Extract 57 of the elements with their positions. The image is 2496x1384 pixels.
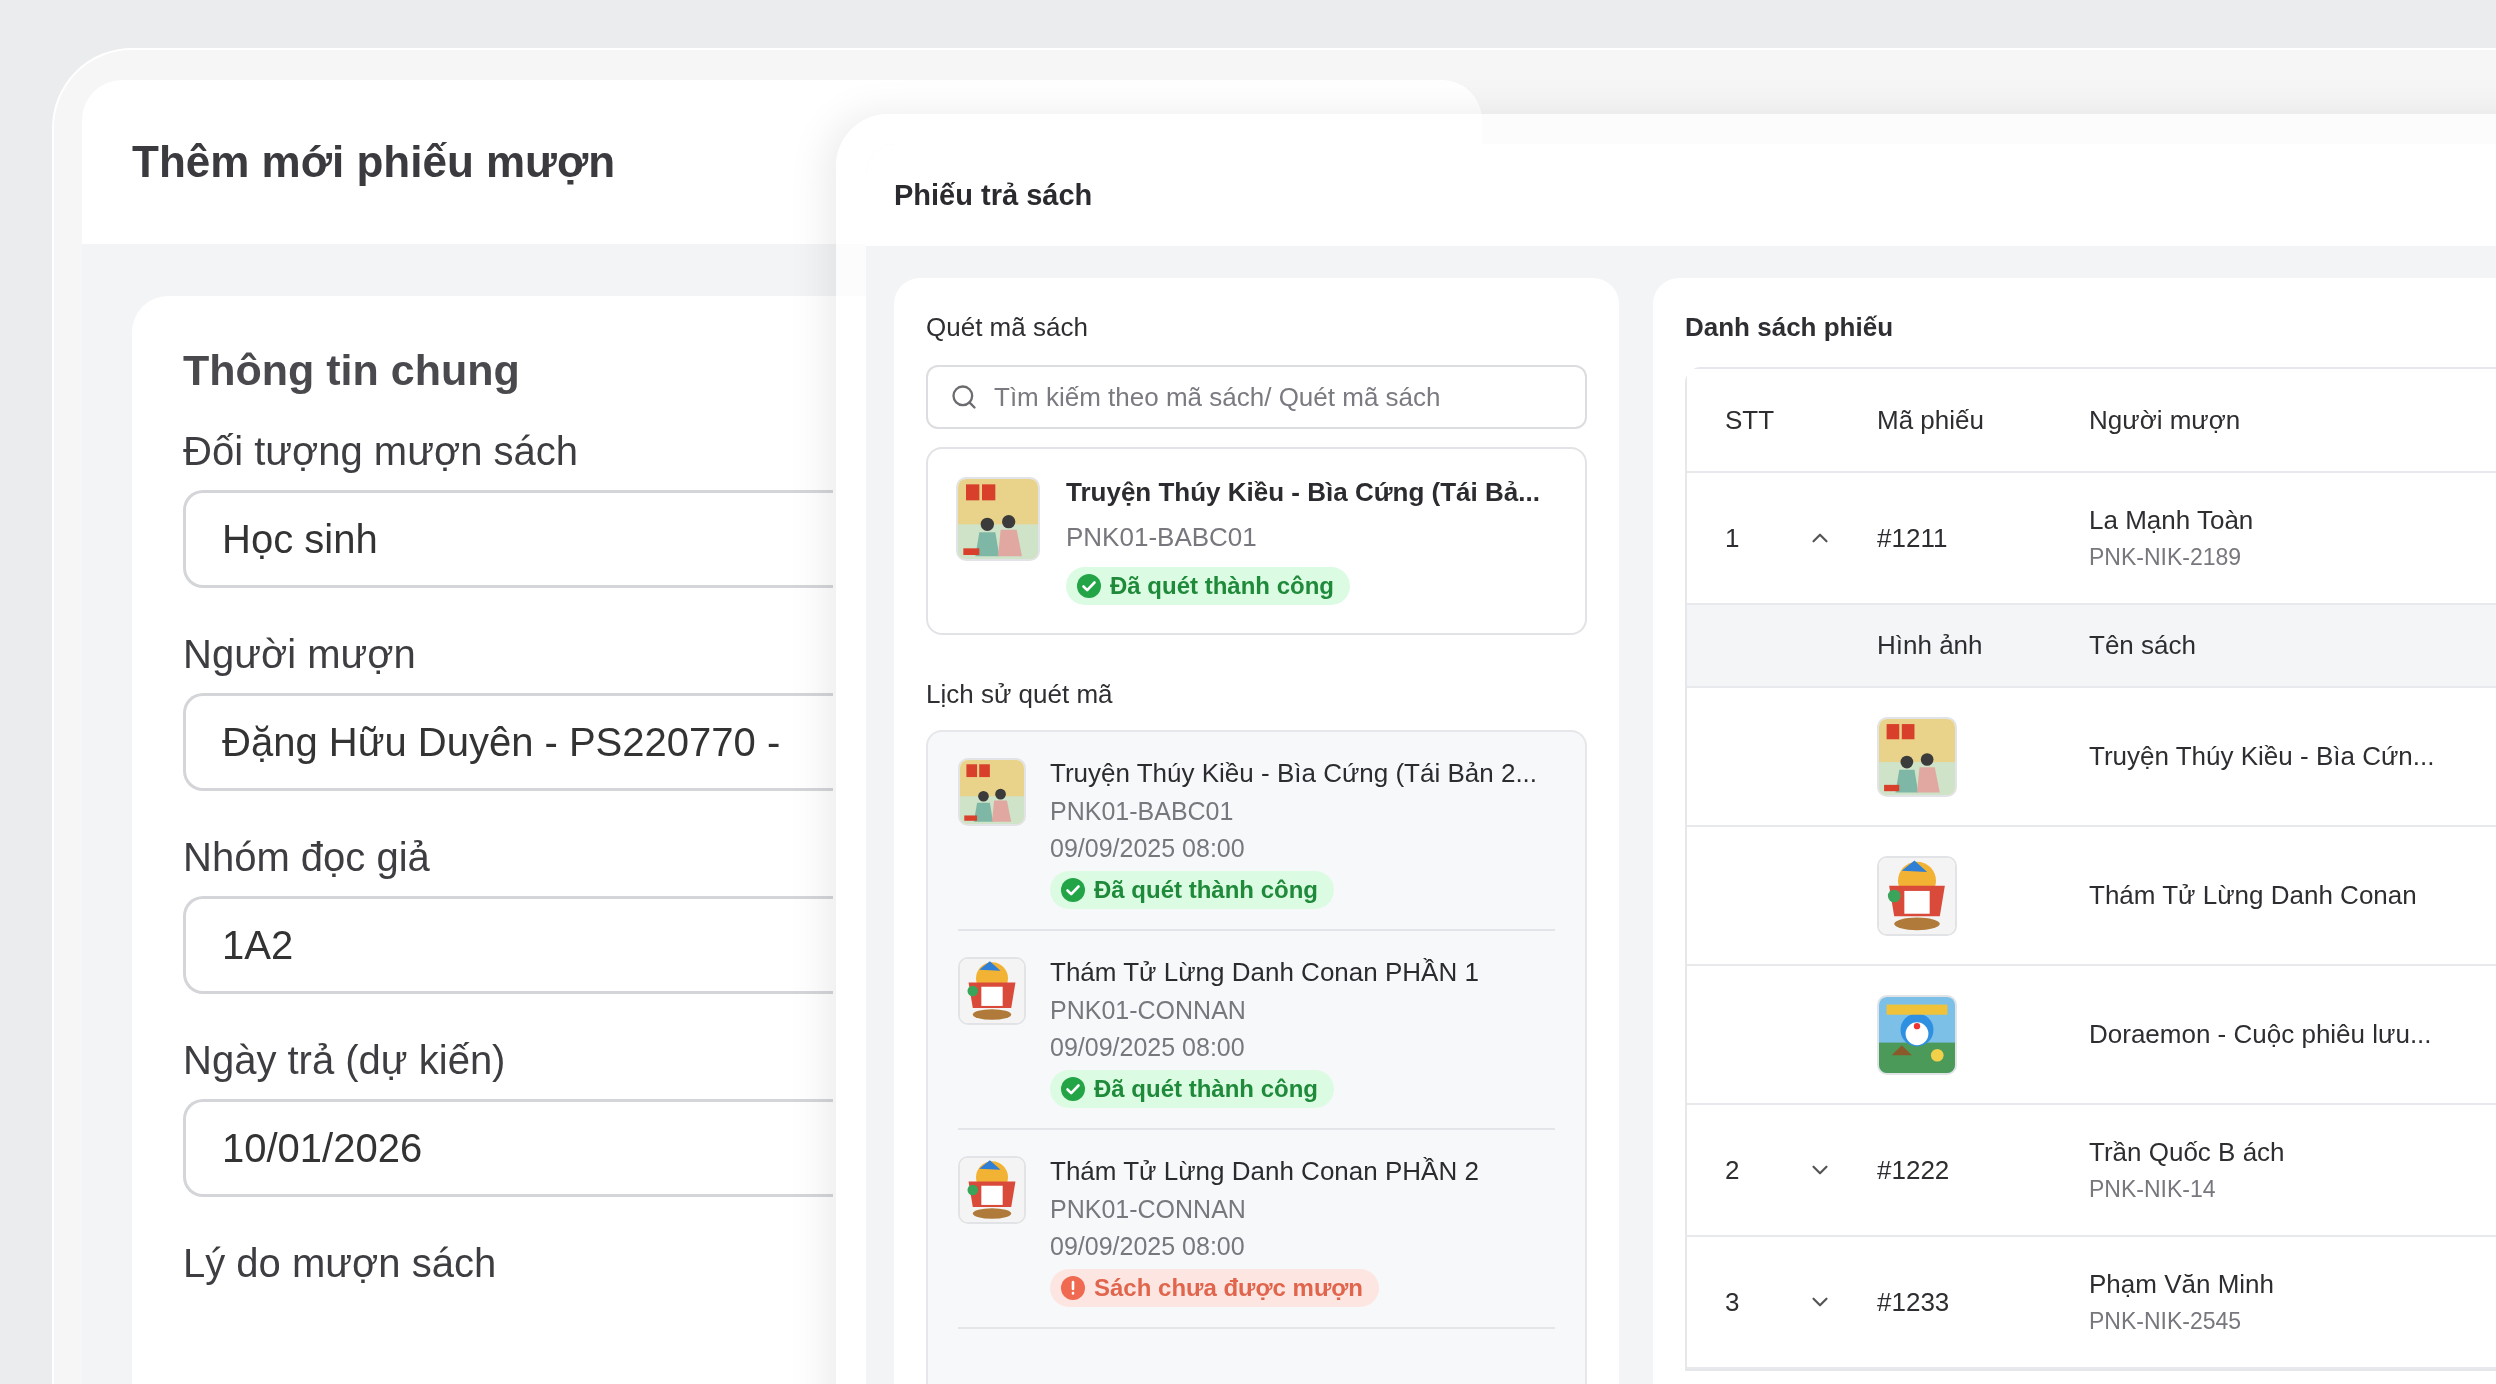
check-circle-icon bbox=[1060, 877, 1086, 903]
field-label: Ngày trả (dự kiến) bbox=[183, 1038, 506, 1083]
column-header: STT bbox=[1725, 404, 1776, 436]
book-title: Thám Tử Lừng Danh Conan PHẦN 2 bbox=[1050, 1156, 1479, 1187]
search-input[interactable]: Tìm kiếm theo mã sách/ Quét mã sách bbox=[992, 380, 1563, 414]
borrower-name: Phạm Văn Minh bbox=[2089, 1269, 2275, 1300]
window-title: Thêm mới phiếu mượn bbox=[132, 137, 616, 187]
borrower-code: PNK-NIK-2545 bbox=[2089, 1308, 2243, 1335]
scan-time: 09/09/2025 08:00 bbox=[1050, 1033, 1245, 1062]
input-field[interactable]: 1A2 bbox=[183, 896, 833, 994]
book-title: Doraemon - Cuộc phiêu lưu... bbox=[2089, 1019, 2433, 1050]
book-title: Truyện Thúy Kiều - Bìa Cứn... bbox=[2089, 741, 2436, 772]
field-label: Người mượn bbox=[183, 632, 416, 677]
table-cell-text: 3 bbox=[1725, 1286, 1741, 1318]
status-badge: Đã quét thành công bbox=[1050, 1070, 1334, 1108]
field-label: Đối tượng mượn sách bbox=[183, 429, 579, 474]
column-header: Người mượn bbox=[2089, 404, 2242, 436]
error-circle-icon bbox=[1060, 1275, 1086, 1301]
book-code: PNK01-CONNAN bbox=[1050, 1195, 1246, 1224]
borrower-code: PNK-NIK-2189 bbox=[2089, 544, 2243, 571]
section-title: Thông tin chung bbox=[183, 346, 521, 395]
table-cell-text: #1211 bbox=[1877, 522, 1949, 554]
scan-time: 09/09/2025 08:00 bbox=[1050, 1232, 1245, 1261]
column-header: Hình ảnh bbox=[1877, 630, 1984, 661]
book-title: Truyện Thúy Kiều - Bìa Cứng (Tái Bản 2... bbox=[1050, 758, 1538, 789]
status-badge: Đã quét thành công bbox=[1066, 567, 1350, 605]
table-cell-text: #1222 bbox=[1877, 1154, 1951, 1186]
borrower-name: La Mạnh Toàn bbox=[2089, 505, 2255, 536]
field-label: Nhóm đọc giả bbox=[183, 835, 430, 880]
column-header: Tên sách bbox=[2089, 630, 2197, 661]
search-field[interactable]: Tìm kiếm theo mã sách/ Quét mã sách bbox=[926, 365, 1587, 429]
input-field[interactable]: 10/01/2026 bbox=[183, 1099, 833, 1197]
column-header: Mã phiếu bbox=[1877, 404, 1985, 436]
book-code: PNK01-BABC01 bbox=[1066, 522, 1257, 553]
panel-title: Quét mã sách bbox=[926, 312, 1089, 343]
field-label: Lý do mượn sách bbox=[183, 1241, 497, 1286]
book-title: Truyện Thúy Kiều - Bìa Cứng (Tái Bả... bbox=[1066, 477, 1540, 508]
status-badge: Sách chưa được mượn bbox=[1050, 1269, 1379, 1307]
table-cell-text: #1233 bbox=[1877, 1286, 1951, 1318]
section-title: Lịch sử quét mã bbox=[926, 679, 1114, 710]
panel-title: Danh sách phiếu bbox=[1685, 312, 1895, 343]
book-code: PNK01-BABC01 bbox=[1050, 797, 1234, 826]
table-cell-text: 2 bbox=[1725, 1154, 1741, 1186]
check-circle-icon bbox=[1076, 573, 1102, 599]
book-title: Thám Tử Lừng Danh Conan bbox=[2089, 880, 2418, 911]
status-badge: Đã quét thành công bbox=[1050, 871, 1334, 909]
input-field[interactable]: Đặng Hữu Duyên - PS220770 - bbox=[183, 693, 833, 791]
book-title: Thám Tử Lừng Danh Conan PHẦN 1 bbox=[1050, 957, 1479, 988]
table-cell-text: 1 bbox=[1725, 522, 1741, 554]
window-title: Phiếu trả sách bbox=[894, 178, 1093, 212]
check-circle-icon bbox=[1060, 1076, 1086, 1102]
search-icon bbox=[950, 383, 978, 411]
borrower-code: PNK-NIK-14 bbox=[2089, 1176, 2217, 1203]
borrower-name: Trần Quốc B ách bbox=[2089, 1137, 2286, 1168]
book-code: PNK01-CONNAN bbox=[1050, 996, 1246, 1025]
scan-time: 09/09/2025 08:00 bbox=[1050, 834, 1245, 863]
input-field[interactable]: Học sinh bbox=[183, 490, 833, 588]
